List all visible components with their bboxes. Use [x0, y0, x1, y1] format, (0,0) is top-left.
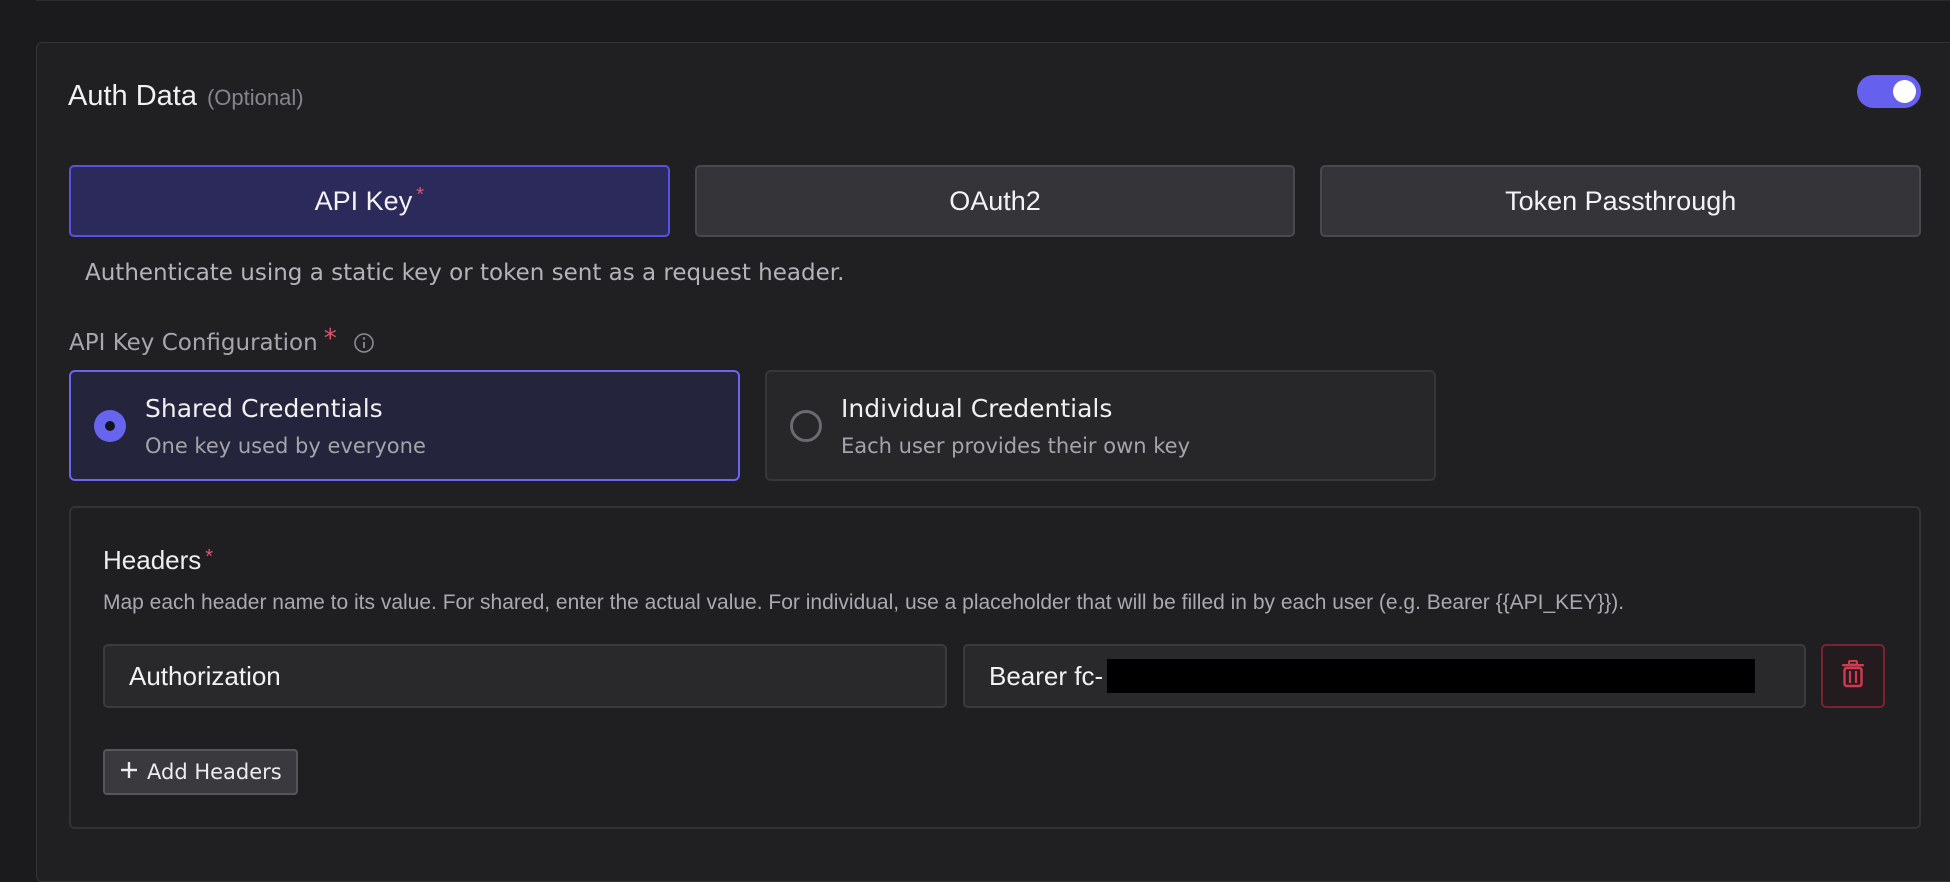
shared-credentials-option[interactable]: Shared Credentials One key used by every…: [69, 370, 740, 481]
option-subtitle: Each user provides their own key: [841, 434, 1191, 458]
required-asterisk: *: [323, 324, 337, 354]
radio-selected[interactable]: [94, 410, 126, 442]
required-asterisk: *: [416, 183, 424, 206]
add-headers-label: Add Headers: [147, 760, 282, 784]
option-title: Shared Credentials: [145, 394, 383, 423]
headers-title: Headers *: [103, 545, 213, 576]
trash-icon: [1841, 659, 1865, 693]
tab-token-passthrough-label: Token Passthrough: [1505, 185, 1737, 216]
auth-description: Authenticate using a static key or token…: [85, 260, 845, 286]
section-header: Auth Data (Optional): [68, 80, 304, 113]
plus-icon: [119, 760, 139, 785]
toggle-knob: [1893, 80, 1916, 103]
header-value-text: Bearer fc-: [989, 660, 1104, 691]
info-circle-icon[interactable]: [353, 332, 375, 354]
tab-oauth2[interactable]: OAuth2: [694, 165, 1296, 237]
headers-title-text: Headers: [103, 545, 202, 575]
headers-help-text: Map each header name to its value. For s…: [103, 591, 1625, 614]
api-key-config-label: API Key Configuration *: [69, 324, 375, 358]
option-title: Individual Credentials: [841, 394, 1113, 423]
add-headers-button[interactable]: Add Headers: [103, 749, 298, 795]
delete-header-button[interactable]: [1821, 644, 1885, 708]
tab-api-key-label: API Key: [314, 185, 413, 216]
radio-unselected[interactable]: [790, 410, 822, 442]
config-label-text: API Key Configuration: [69, 330, 318, 356]
required-asterisk: *: [205, 546, 214, 568]
header-name-input[interactable]: Authorization: [103, 644, 947, 708]
individual-credentials-option[interactable]: Individual Credentials Each user provide…: [765, 370, 1436, 481]
option-subtitle: One key used by everyone: [145, 434, 426, 458]
optional-label: (Optional): [206, 85, 304, 110]
top-divider: [36, 0, 1950, 1]
header-name-value: Authorization: [129, 660, 281, 691]
section-title: Auth Data: [68, 80, 197, 112]
tab-api-key[interactable]: API Key *: [69, 165, 670, 237]
header-value-input[interactable]: Bearer fc-: [963, 644, 1806, 708]
auth-data-toggle[interactable]: [1857, 75, 1921, 108]
auth-type-tabs: API Key * OAuth2 Token Passthrough: [69, 165, 1922, 237]
tab-oauth2-label: OAuth2: [949, 185, 1041, 216]
tab-token-passthrough[interactable]: Token Passthrough: [1320, 165, 1922, 237]
redacted-block: [1107, 659, 1756, 693]
